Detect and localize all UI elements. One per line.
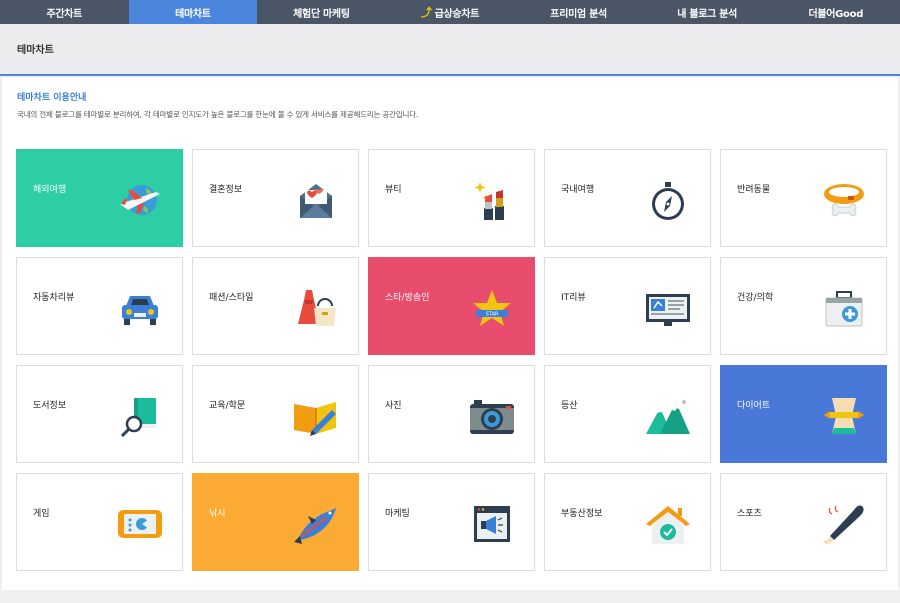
baseball-bat-icon (824, 505, 864, 544)
book-pencil-icon (294, 402, 336, 436)
footer-strip (0, 590, 900, 603)
waist-measure-icon (824, 398, 864, 434)
theme-tile-fishing[interactable]: 낚시 (192, 473, 359, 571)
theme-tile-pets[interactable]: 반려동물 (720, 149, 887, 247)
theme-tile-car-review[interactable]: 자동차리뷰 (16, 257, 183, 355)
theme-tile-game[interactable]: 게임 (16, 473, 183, 571)
theme-tile-book-info[interactable]: 도서정보 (16, 365, 183, 463)
theme-tile-beauty[interactable]: 뷰티 (368, 149, 535, 247)
monitor-icon (646, 294, 690, 326)
theme-tile-diet[interactable]: 다이어트 (720, 365, 887, 463)
theme-tile-it-review[interactable]: IT리뷰 (544, 257, 711, 355)
theme-tile-education[interactable]: 교육/학문 (192, 365, 359, 463)
camera-icon (470, 400, 514, 434)
compass-icon (652, 182, 684, 220)
info-title: 테마차트 이용안내 (17, 93, 87, 103)
tab-experience-marketing[interactable]: 체험단 마케팅 (257, 0, 386, 24)
car-icon (122, 296, 158, 325)
main-content: 테마차트 이용안내 국내의 전체 블로그를 테마별로 분리하여, 각 테마별로 … (2, 78, 898, 590)
megaphone-window-icon (474, 506, 510, 542)
tab-rising-chart[interactable]: ⤴ 급상승차트 (386, 0, 515, 24)
theme-tile-overseas-travel[interactable]: 해외여행 (16, 149, 183, 247)
theme-tile-sports[interactable]: 스포츠 (720, 473, 887, 571)
svg-text:STAR: STAR (486, 312, 499, 318)
airplane-globe-icon (120, 185, 160, 215)
theme-tile-marketing[interactable]: 마케팅 (368, 473, 535, 571)
top-navigation: 주간차트 테마차트 체험단 마케팅 ⤴ 급상승차트 프리미엄 분석 내 블로그 분… (0, 0, 900, 24)
arrow-up-icon: ⤴ (420, 6, 432, 19)
house-check-icon (646, 506, 690, 544)
mountain-icon (646, 400, 690, 434)
page-title: 테마차트 (17, 45, 54, 56)
theme-tile-health-medical[interactable]: 건강/의학 (720, 257, 887, 355)
book-magnifier-icon (120, 398, 156, 438)
theme-tile-fashion[interactable]: 패션/스타일 (192, 257, 359, 355)
medical-kit-icon (825, 291, 863, 327)
tab-together-good[interactable]: 더블어Good (771, 0, 900, 24)
tab-theme-chart[interactable]: 테마차트 (128, 0, 258, 24)
theme-tile-hiking[interactable]: 등산 (544, 365, 711, 463)
theme-tile-real-estate[interactable]: 부동산정보 (544, 473, 711, 571)
love-letter-icon (300, 184, 332, 218)
theme-tile-wedding-info[interactable]: 결혼정보 (192, 149, 359, 247)
lipstick-icon (474, 182, 504, 220)
tab-weekly-chart[interactable]: 주간차트 (0, 0, 129, 24)
tab-premium-analysis[interactable]: 프리미엄 분석 (514, 0, 643, 24)
dog-collar-icon (824, 184, 864, 217)
game-console-icon (118, 510, 162, 538)
star-badge-icon: STAR (473, 290, 511, 326)
dress-bag-icon (298, 290, 336, 326)
tab-my-blog-analysis[interactable]: 내 블로그 분석 (643, 0, 772, 24)
theme-tile-photo[interactable]: 사진 (368, 365, 535, 463)
info-description: 국내의 전체 블로그를 테마별로 분리하여, 각 테마별로 인지도가 높은 블로… (17, 110, 419, 119)
fish-icon (294, 508, 336, 544)
section-header: 테마차트 (0, 24, 900, 76)
theme-tile-star-celebrity[interactable]: 스타/방송인 STAR (368, 257, 535, 355)
theme-tile-domestic-travel[interactable]: 국내여행 (544, 149, 711, 247)
